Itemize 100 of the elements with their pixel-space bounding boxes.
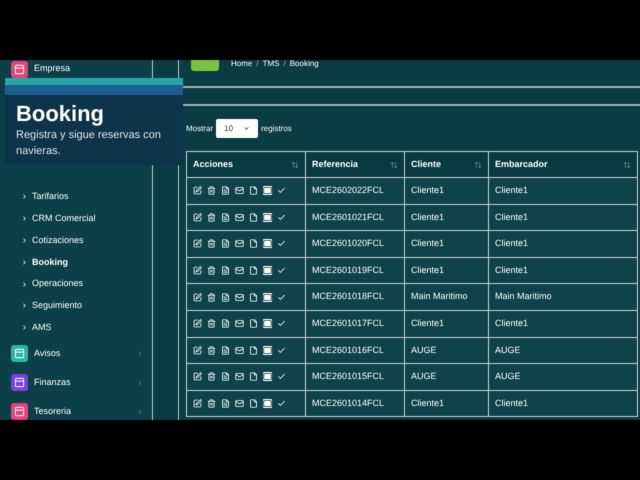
- file-icon[interactable]: [249, 319, 258, 328]
- submenu-item[interactable]: Seguimiento: [32, 299, 82, 313]
- sort-icon: [390, 160, 398, 168]
- file-icon[interactable]: [249, 266, 258, 276]
- file-icon[interactable]: [249, 372, 258, 382]
- submenu-item[interactable]: Booking: [32, 256, 68, 270]
- sort-icon: [474, 160, 482, 168]
- table-cell: Cliente1: [404, 230, 488, 258]
- document-icon[interactable]: [221, 319, 230, 328]
- document-icon[interactable]: [221, 399, 230, 408]
- file-icon[interactable]: [249, 239, 258, 248]
- table-cell: Cliente1: [488, 310, 638, 338]
- table-cell: Cliente1: [404, 178, 488, 204]
- edit-icon[interactable]: [193, 292, 202, 302]
- breadcrumb-link[interactable]: Home: [231, 60, 252, 70]
- check-icon[interactable]: [277, 186, 286, 196]
- table-cell: Cliente1: [404, 310, 488, 338]
- document-icon[interactable]: [221, 372, 230, 382]
- table-cell: Cliente1: [488, 257, 638, 284]
- chevron-icon: [21, 258, 28, 266]
- trash-icon[interactable]: [207, 319, 216, 328]
- file-icon[interactable]: [249, 346, 258, 355]
- check-icon[interactable]: [277, 346, 286, 355]
- submenu-item[interactable]: Cotizaciones: [32, 234, 84, 248]
- chevron-icon: [21, 324, 28, 332]
- document-icon[interactable]: [221, 346, 230, 355]
- edit-icon[interactable]: [193, 186, 202, 196]
- chevron-icon: [21, 302, 28, 310]
- trash-icon[interactable]: [207, 239, 216, 248]
- chevron-icon: [136, 378, 144, 387]
- edit-icon[interactable]: [193, 319, 202, 328]
- table-cell: AUGE: [404, 364, 488, 390]
- table-cell: Main Maritimo: [404, 284, 488, 310]
- table-cell: Cliente1: [488, 204, 638, 231]
- table-cell: MCE2601020FCL: [306, 230, 404, 258]
- file-icon[interactable]: [249, 292, 258, 302]
- check-icon[interactable]: [277, 266, 286, 276]
- table-cell: Main Maritimo: [488, 284, 638, 310]
- sidebar-item[interactable]: Tesoreria: [34, 404, 72, 418]
- sidebar-item[interactable]: Avisos: [34, 346, 60, 360]
- document-icon[interactable]: [221, 186, 230, 196]
- table-cell: MCE2601016FCL: [306, 337, 404, 364]
- trash-icon[interactable]: [207, 399, 216, 408]
- table-cell: MCE2601017FCL: [306, 310, 404, 338]
- file-icon[interactable]: [249, 399, 258, 408]
- sidebar-item[interactable]: Empresa: [34, 62, 70, 76]
- column-header[interactable]: Acciones: [186, 152, 306, 178]
- file-icon[interactable]: [249, 186, 258, 196]
- document-icon[interactable]: [221, 212, 230, 222]
- trash-icon[interactable]: [207, 186, 216, 196]
- trash-icon[interactable]: [207, 372, 216, 382]
- check-icon[interactable]: [277, 372, 286, 382]
- submenu-item[interactable]: CRM Comercial: [32, 212, 96, 226]
- chevron-icon: [21, 236, 28, 244]
- table-cell: MCE2602022FCL: [306, 178, 404, 204]
- edit-icon[interactable]: [193, 346, 202, 355]
- document-icon[interactable]: [221, 292, 230, 302]
- check-icon[interactable]: [277, 239, 286, 248]
- records-label: registros: [261, 122, 292, 134]
- document-icon[interactable]: [221, 239, 230, 248]
- chevron-icon: [21, 193, 28, 200]
- trash-icon[interactable]: [207, 292, 216, 302]
- table-cell: MCE2601014FCL: [306, 390, 404, 417]
- document-icon[interactable]: [221, 266, 230, 276]
- check-icon[interactable]: [277, 399, 286, 408]
- check-icon[interactable]: [277, 319, 286, 328]
- breadcrumb-separator: /: [256, 60, 259, 70]
- edit-icon[interactable]: [193, 212, 202, 222]
- table-cell: AUGE: [488, 337, 638, 364]
- file-icon[interactable]: [249, 212, 258, 222]
- check-icon[interactable]: [277, 292, 286, 302]
- table-cell: Cliente1: [404, 204, 488, 231]
- page-icon: [191, 60, 219, 71]
- table-cell: MCE2601018FCL: [306, 284, 404, 310]
- table-cell: MCE2601015FCL: [306, 364, 404, 390]
- trash-icon[interactable]: [207, 212, 216, 222]
- table-cell: Cliente1: [488, 390, 638, 417]
- breadcrumb-link[interactable]: TMS: [262, 60, 280, 70]
- column-header[interactable]: Referencia: [306, 152, 404, 178]
- page-size-select[interactable]: 10: [216, 119, 258, 138]
- submenu-item[interactable]: AMS: [32, 320, 52, 334]
- sort-icon: [291, 160, 299, 168]
- table-cell: Cliente1: [404, 257, 488, 284]
- table-cell: MCE2601019FCL: [306, 257, 404, 284]
- breadcrumb-link[interactable]: Booking: [290, 60, 319, 70]
- edit-icon[interactable]: [193, 372, 202, 382]
- sidebar-item[interactable]: Finanzas: [34, 376, 71, 390]
- card-title: Booking: [15, 100, 105, 127]
- edit-icon[interactable]: [193, 239, 202, 248]
- column-header[interactable]: Cliente: [404, 152, 488, 178]
- edit-icon[interactable]: [193, 266, 202, 276]
- column-header[interactable]: Embarcador: [488, 152, 638, 178]
- check-icon[interactable]: [277, 212, 286, 222]
- submenu-item[interactable]: Tarifarios: [32, 190, 69, 204]
- submenu-item[interactable]: Operaciones: [32, 277, 84, 291]
- card-subtitle: Registra y sigue reservas con navieras.: [15, 128, 162, 159]
- chevron-icon: [136, 408, 144, 416]
- trash-icon[interactable]: [207, 266, 216, 276]
- trash-icon[interactable]: [207, 346, 216, 355]
- edit-icon[interactable]: [193, 399, 202, 408]
